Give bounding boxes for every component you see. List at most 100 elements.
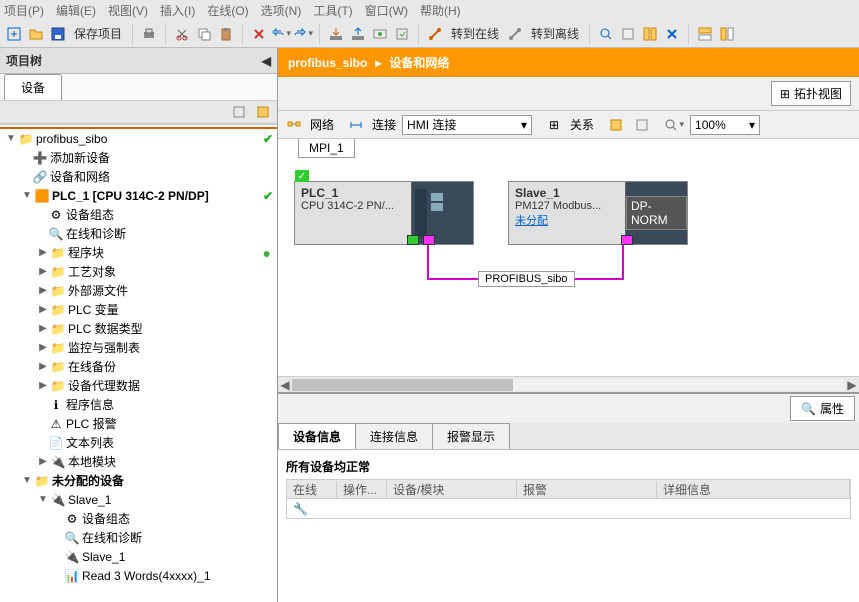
- save-project-button[interactable]: 保存项目: [70, 25, 126, 42]
- accessible-icon[interactable]: [618, 24, 638, 44]
- collapse-panel-icon[interactable]: ◀: [262, 54, 271, 68]
- split-h-icon[interactable]: [695, 24, 715, 44]
- tree-prog-info[interactable]: ℹ程序信息: [0, 395, 277, 414]
- undo-icon[interactable]: [271, 24, 291, 44]
- col-devmod[interactable]: 设备/模块: [387, 481, 517, 498]
- tree-online-backup[interactable]: ▶📁在线备份: [0, 357, 277, 376]
- project-tree[interactable]: ▼📁profibus_sibo✔ ➕添加新设备 🔗设备和网络 ▼🟧PLC_1 […: [0, 124, 277, 602]
- new-project-icon[interactable]: [4, 24, 24, 44]
- search-icon[interactable]: [596, 24, 616, 44]
- simulate-icon[interactable]: [370, 24, 390, 44]
- tree-slave1-cfg[interactable]: ⚙设备组态: [0, 509, 277, 528]
- col-online[interactable]: 在线: [287, 481, 337, 498]
- tree-unassigned[interactable]: ▼📁未分配的设备: [0, 471, 277, 490]
- go-online-icon[interactable]: [425, 24, 445, 44]
- tree-online-diag[interactable]: 🔍在线和诊断: [0, 224, 277, 243]
- zoom-icon[interactable]: [664, 115, 684, 135]
- device-slave1[interactable]: Slave_1 PM127 Modbus... 未分配 DP-NORM: [508, 181, 688, 245]
- zoom-select[interactable]: 100%▾: [690, 115, 760, 135]
- delete-icon[interactable]: [249, 24, 269, 44]
- hmi-connection-select[interactable]: HMI 连接▾: [402, 115, 532, 135]
- network-canvas[interactable]: MPI_1 ✓ PLC_1 CPU 314C-2 PN/... Slave_1: [278, 139, 859, 376]
- close-icon[interactable]: [662, 24, 682, 44]
- go-online-button[interactable]: 转到在线: [447, 25, 503, 42]
- tree-plc-datatypes[interactable]: ▶📁PLC 数据类型: [0, 319, 277, 338]
- config-icon: ⚙: [64, 511, 80, 527]
- menu-insert[interactable]: 插入(I): [160, 2, 195, 19]
- menu-view[interactable]: 视图(V): [108, 2, 148, 19]
- highlight-icon[interactable]: [606, 115, 626, 135]
- split-v-icon[interactable]: [717, 24, 737, 44]
- tree-plc-tags[interactable]: ▶📁PLC 变量: [0, 300, 277, 319]
- download-icon[interactable]: [326, 24, 346, 44]
- menu-options[interactable]: 选项(N): [261, 2, 302, 19]
- tree-slave1[interactable]: ▼🔌Slave_1: [0, 490, 277, 509]
- device-plc1[interactable]: ✓ PLC_1 CPU 314C-2 PN/...: [294, 181, 474, 245]
- cross-ref-icon[interactable]: [640, 24, 660, 44]
- tree-device-proxy[interactable]: ▶📁设备代理数据: [0, 376, 277, 395]
- bus-label[interactable]: PROFIBUS_sibo: [478, 271, 575, 287]
- port-pn[interactable]: [407, 235, 419, 245]
- redo-icon[interactable]: [293, 24, 313, 44]
- tree-local-modules[interactable]: ▶🔌本地模块: [0, 452, 277, 471]
- go-offline-icon[interactable]: [505, 24, 525, 44]
- scroll-right-icon[interactable]: ▶: [845, 378, 859, 392]
- upload-icon[interactable]: [348, 24, 368, 44]
- tree-text-list[interactable]: 📄文本列表: [0, 433, 277, 452]
- network-icon[interactable]: [284, 115, 304, 135]
- menu-project[interactable]: 项目(P): [4, 2, 44, 19]
- horizontal-scrollbar[interactable]: ◀ ▶: [278, 376, 859, 392]
- tree-root[interactable]: ▼📁profibus_sibo✔: [0, 129, 277, 148]
- scroll-left-icon[interactable]: ◀: [278, 378, 292, 392]
- tab-conn-info[interactable]: 连接信息: [355, 423, 433, 449]
- breadcrumb: profibus_sibo ▸ 设备和网络: [278, 48, 859, 77]
- col-detail[interactable]: 详细信息: [657, 481, 850, 498]
- tree-plc1[interactable]: ▼🟧PLC_1 [CPU 314C-2 PN/DP]✔: [0, 186, 277, 205]
- connect-icon[interactable]: [346, 115, 366, 135]
- tree-slave1-diag[interactable]: 🔍在线和诊断: [0, 528, 277, 547]
- tree-tech-objects[interactable]: ▶📁工艺对象: [0, 262, 277, 281]
- copy-icon[interactable]: [194, 24, 214, 44]
- paste-icon[interactable]: [216, 24, 236, 44]
- compile-icon[interactable]: [392, 24, 412, 44]
- tab-device-info[interactable]: 设备信息: [278, 423, 356, 449]
- tree-slave1-mod[interactable]: 🔌Slave_1: [0, 547, 277, 566]
- topology-view-tab[interactable]: ⊞ 拓扑视图: [771, 81, 851, 106]
- cut-icon[interactable]: [172, 24, 192, 44]
- breadcrumb-page[interactable]: 设备和网络: [389, 54, 449, 71]
- mpi-tab[interactable]: MPI_1: [298, 139, 355, 158]
- tree-plc-alarm[interactable]: ⚠PLC 报警: [0, 414, 277, 433]
- devices-tab[interactable]: 设备: [4, 74, 62, 100]
- col-alarm[interactable]: 报警: [517, 481, 657, 498]
- tree-toggle-icon[interactable]: [229, 102, 249, 122]
- menu-window[interactable]: 窗口(W): [365, 2, 408, 19]
- tree-watch-tables[interactable]: ▶📁监控与强制表: [0, 338, 277, 357]
- device-unassigned-link[interactable]: 未分配: [515, 212, 619, 228]
- info-icon: ℹ: [48, 397, 64, 413]
- table-row[interactable]: 🔧: [286, 499, 851, 519]
- network-icon: 🔗: [32, 169, 48, 185]
- col-op[interactable]: 操作...: [337, 481, 387, 498]
- save-icon[interactable]: [48, 24, 68, 44]
- menu-tools[interactable]: 工具(T): [313, 2, 352, 19]
- port-dp[interactable]: [621, 235, 633, 245]
- menu-help[interactable]: 帮助(H): [420, 2, 461, 19]
- tree-devices-networks[interactable]: 🔗设备和网络: [0, 167, 277, 186]
- menu-edit[interactable]: 编辑(E): [56, 2, 96, 19]
- port-dp[interactable]: [423, 235, 435, 245]
- tree-device-config[interactable]: ⚙设备组态: [0, 205, 277, 224]
- open-project-icon[interactable]: [26, 24, 46, 44]
- tree-add-device[interactable]: ➕添加新设备: [0, 148, 277, 167]
- highlight2-icon[interactable]: [632, 115, 652, 135]
- tree-program-blocks[interactable]: ▶📁程序块●: [0, 243, 277, 262]
- menu-online[interactable]: 在线(O): [207, 2, 248, 19]
- tree-slave1-read[interactable]: 📊Read 3 Words(4xxxx)_1: [0, 566, 277, 585]
- breadcrumb-root[interactable]: profibus_sibo: [288, 56, 367, 70]
- tree-view-icon[interactable]: [253, 102, 273, 122]
- relation-icon[interactable]: ⊞: [544, 115, 564, 135]
- tab-alarm[interactable]: 报警显示: [432, 423, 510, 449]
- tree-ext-source[interactable]: ▶📁外部源文件: [0, 281, 277, 300]
- go-offline-button[interactable]: 转到离线: [527, 25, 583, 42]
- print-icon[interactable]: [139, 24, 159, 44]
- properties-button[interactable]: 🔍 属性: [790, 396, 855, 421]
